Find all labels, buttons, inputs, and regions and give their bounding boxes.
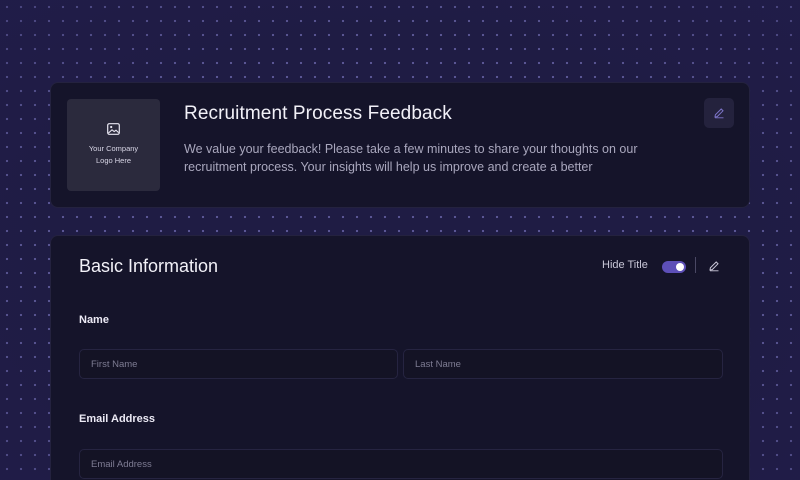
form-description[interactable]: We value your feedback! Please take a fe… xyxy=(184,140,694,176)
name-label: Name xyxy=(79,314,109,326)
toggle-knob xyxy=(676,263,684,271)
email-input[interactable] xyxy=(79,449,723,479)
form-title[interactable]: Recruitment Process Feedback xyxy=(184,103,452,125)
first-name-input[interactable] xyxy=(79,349,398,379)
image-icon xyxy=(107,123,120,135)
last-name-input[interactable] xyxy=(403,349,723,379)
edit-section-button[interactable] xyxy=(706,258,722,274)
hide-title-label: Hide Title xyxy=(602,259,648,271)
pencil-icon xyxy=(709,261,719,272)
hide-title-toggle[interactable] xyxy=(662,261,686,273)
email-label: Email Address xyxy=(79,413,156,425)
section-title[interactable]: Basic Information xyxy=(79,256,218,277)
edit-header-button[interactable] xyxy=(704,98,734,128)
logo-placeholder-line1: Your Company xyxy=(88,144,139,153)
company-logo-upload[interactable]: Your Company Logo Here xyxy=(67,99,160,191)
logo-placeholder-line2: Logo Here xyxy=(95,156,132,165)
form-header-card: Your Company Logo Here Recruitment Proce… xyxy=(50,82,750,208)
basic-information-section: Basic Information Hide Title Name Email … xyxy=(50,235,750,480)
toolbar-divider xyxy=(695,257,696,273)
pencil-icon xyxy=(714,108,724,119)
